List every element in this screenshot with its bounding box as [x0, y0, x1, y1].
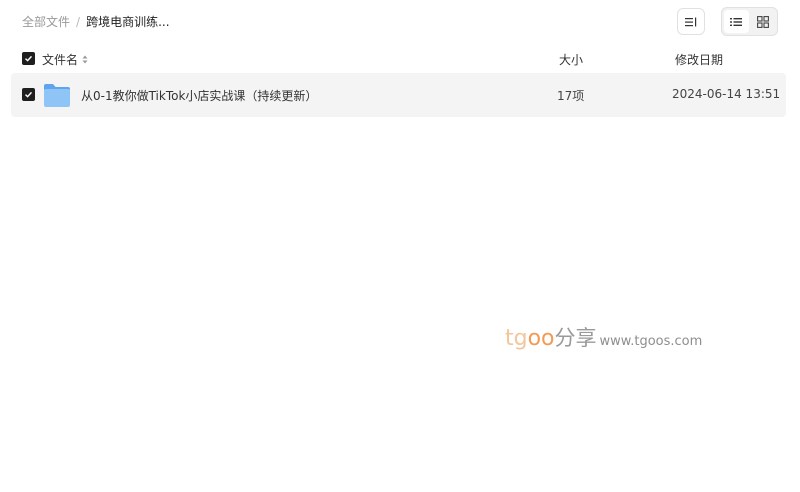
table-header: 文件名 大小 修改日期 — [22, 50, 782, 68]
file-size: 17项 — [557, 89, 585, 103]
list-view-icon — [730, 17, 743, 26]
watermark: tg oo 分享 www.tgoos.com — [505, 322, 702, 352]
name-column-header[interactable]: 文件名 — [42, 51, 88, 68]
size-column-header[interactable]: 大小 — [559, 51, 583, 68]
file-name[interactable]: 从0-1教你做TikTok小店实战课（持续更新） — [81, 87, 317, 104]
sort-icon — [685, 17, 697, 26]
breadcrumb-current: 跨境电商训练... — [86, 15, 170, 29]
table-row[interactable]: 从0-1教你做TikTok小店实战课（持续更新） 17项 2024-06-14 … — [11, 73, 786, 117]
watermark-text-share: 分享 — [554, 326, 597, 350]
file-modified-date: 2024-06-14 13:51 — [672, 87, 781, 101]
folder-icon — [44, 84, 70, 107]
row-checkbox[interactable] — [22, 88, 35, 101]
grid-view-icon — [756, 15, 769, 28]
watermark-text-oo: oo — [527, 326, 555, 351]
breadcrumb-root-link[interactable]: 全部文件 — [22, 13, 70, 30]
checkmark-icon — [25, 55, 33, 62]
breadcrumb-separator: / — [76, 14, 81, 29]
watermark-text-tg: tg — [505, 326, 528, 351]
grid-view-button[interactable] — [751, 10, 776, 33]
list-view-button[interactable] — [724, 10, 749, 33]
sort-arrows-icon — [82, 55, 88, 64]
breadcrumb: 全部文件 / 跨境电商训练... — [22, 13, 170, 30]
name-column-label: 文件名 — [42, 53, 79, 67]
checkmark-icon — [25, 91, 33, 98]
select-all-checkbox[interactable] — [22, 52, 35, 65]
watermark-url: www.tgoos.com — [599, 334, 703, 349]
sort-button[interactable] — [677, 8, 705, 35]
date-column-header[interactable]: 修改日期 — [675, 51, 723, 68]
view-switch — [721, 7, 778, 36]
